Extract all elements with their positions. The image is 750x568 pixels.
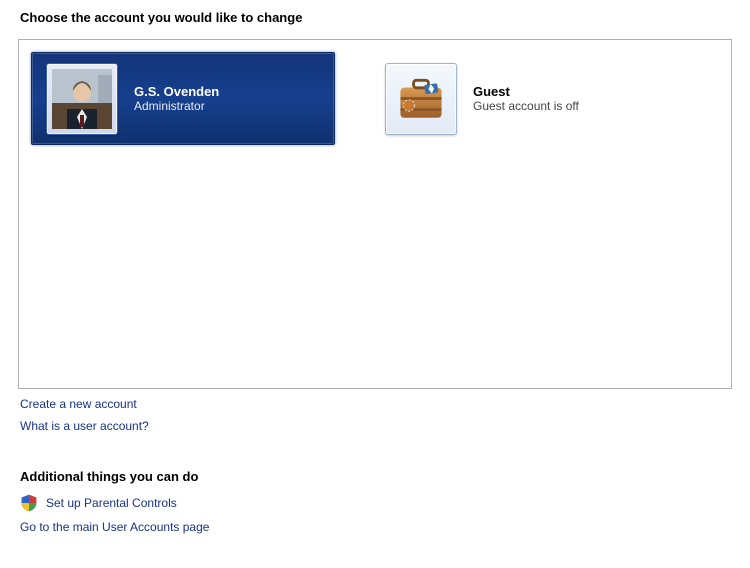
shield-icon — [20, 494, 38, 512]
account-role: Administrator — [134, 99, 219, 113]
create-account-link[interactable]: Create a new account — [20, 397, 137, 411]
main-accounts-row: Go to the main User Accounts page — [20, 516, 730, 534]
main-accounts-link[interactable]: Go to the main User Accounts page — [20, 520, 209, 534]
account-role: Guest account is off — [473, 99, 579, 113]
page-title: Choose the account you would like to cha… — [20, 10, 732, 25]
panel-links: Create a new account What is a user acco… — [18, 397, 732, 433]
what-is-account-link[interactable]: What is a user account? — [20, 419, 149, 433]
account-name: Guest — [473, 84, 579, 99]
suitcase-icon — [385, 63, 457, 135]
account-card-ovenden[interactable]: G.S. Ovenden Administrator — [31, 52, 335, 145]
user-avatar — [46, 63, 118, 135]
accounts-panel: G.S. Ovenden Administrator — [18, 39, 732, 389]
account-card-guest[interactable]: Guest Guest account is off — [385, 52, 655, 145]
additional-heading: Additional things you can do — [20, 469, 730, 484]
account-name: G.S. Ovenden — [134, 84, 219, 99]
account-text: Guest Guest account is off — [473, 84, 579, 113]
parental-controls-row: Set up Parental Controls — [20, 494, 730, 512]
parental-controls-link[interactable]: Set up Parental Controls — [46, 496, 177, 510]
account-text: G.S. Ovenden Administrator — [134, 84, 219, 113]
